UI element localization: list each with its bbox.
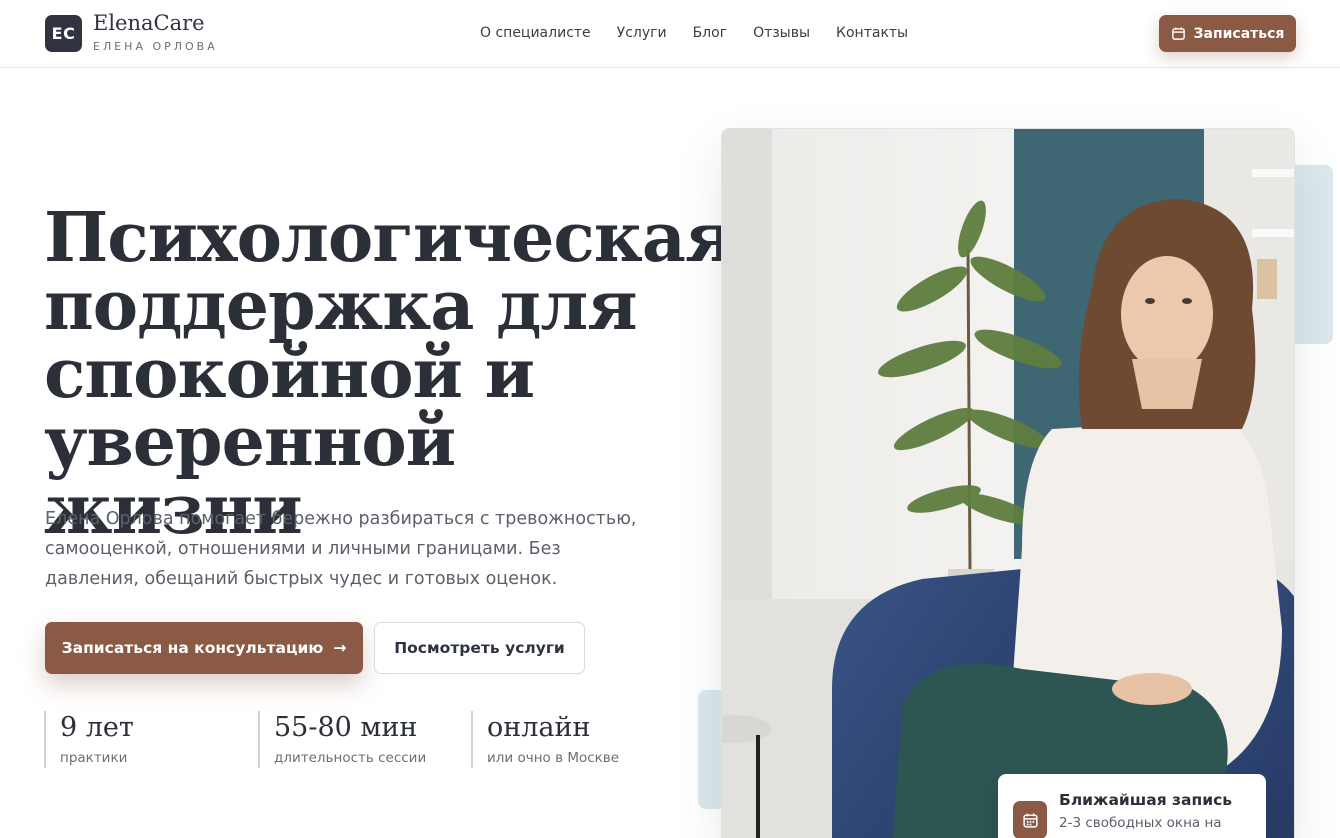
next-appointment-text: 2-3 свободных окна на неделе [1059,815,1222,838]
hero-title-line: Психологическая [44,198,735,278]
stat-experience: 9 лет практики [44,711,134,768]
calendar-icon [1171,27,1185,40]
brand-name[interactable]: ElenaCare [93,11,205,35]
hero-title-line: спокойной и [44,334,535,414]
hero-description: Елена Орлова помогает бережно разбиратьс… [45,509,637,589]
stat-value: 55-80 мин [274,712,418,743]
site-header: EC ElenaCare ЕЛЕНА ОРЛОВА О специалисте … [0,0,1340,68]
view-services-button[interactable]: Посмотреть услуги [374,622,585,674]
next-appointment-title: Ближайшая запись [1059,791,1233,809]
book-button-label: Записаться [1193,25,1285,42]
specialist-photo [721,128,1295,838]
calendar-icon [1013,801,1047,838]
portrait-illustration [722,129,1294,838]
nav-item-reviews[interactable]: Отзывы [753,25,810,41]
nav-item-about[interactable]: О специалисте [480,25,591,41]
logo-badge[interactable]: EC [45,15,82,52]
stat-value: онлайн [487,712,591,743]
nav-item-services[interactable]: Услуги [617,25,667,41]
stat-session-length: 55-80 мин длительность сессии [258,711,426,768]
consultation-button-label: Записаться на консультацию [61,639,324,657]
nav-item-contacts[interactable]: Контакты [836,25,908,41]
consultation-button[interactable]: Записаться на консультацию → [45,622,363,674]
brand-subtitle: ЕЛЕНА ОРЛОВА [93,40,218,53]
arrow-right-icon: → [333,639,347,657]
nav-item-blog[interactable]: Блог [693,25,727,41]
stat-value: 9 лет [60,712,134,743]
stat-label: длительность сессии [274,750,427,766]
hero-title-line: поддержка для [44,266,638,346]
view-services-label: Посмотреть услуги [394,639,565,657]
main-nav: О специалисте Услуги Блог Отзывы Контакт… [480,25,908,41]
next-appointment-card[interactable]: Ближайшая запись 2-3 свободных окна на н… [998,774,1266,838]
book-button[interactable]: Записаться [1159,15,1296,52]
stat-label: или очно в Москве [487,750,620,766]
stat-label: практики [60,750,128,766]
hero-title: Психологическая поддержка для спокойной … [44,198,735,544]
stat-format: онлайн или очно в Москве [471,711,619,768]
